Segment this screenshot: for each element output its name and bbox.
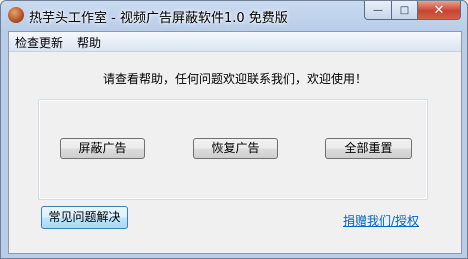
restore-ads-button[interactable]: 恢复广告 [193,138,278,159]
donate-link[interactable]: 捐赠我们/授权 [343,212,419,229]
client-area: 检查更新 帮助 请查看帮助，任何问题欢迎联系我们，欢迎使用！ 屏蔽广告 恢复广告… [8,31,462,254]
app-window: 热芋头工作室 - 视频广告屏蔽软件1.0 免费版 — □ ✕ 检查更新 帮助 请… [0,0,468,259]
close-icon: ✕ [433,2,445,18]
faq-button[interactable]: 常见问题解决 [41,206,128,229]
menu-check-update[interactable]: 检查更新 [15,34,63,51]
menu-help[interactable]: 帮助 [77,34,101,51]
reset-all-button[interactable]: 全部重置 [325,138,412,159]
close-button[interactable]: ✕ [418,1,461,20]
minimize-icon: — [373,4,383,16]
maximize-button[interactable]: □ [392,1,418,20]
caption-buttons: — □ ✕ [364,1,461,21]
title-bar[interactable]: 热芋头工作室 - 视频广告屏蔽软件1.0 免费版 — □ ✕ [1,1,467,31]
maximize-icon: □ [399,4,410,16]
taro-icon [8,7,24,23]
block-ads-button[interactable]: 屏蔽广告 [60,138,145,159]
window-title: 热芋头工作室 - 视频广告屏蔽软件1.0 免费版 [29,11,288,26]
minimize-button[interactable]: — [364,1,392,20]
menu-bar: 检查更新 帮助 [9,32,461,52]
help-message: 请查看帮助，任何问题欢迎联系我们，欢迎使用！ [102,72,367,86]
